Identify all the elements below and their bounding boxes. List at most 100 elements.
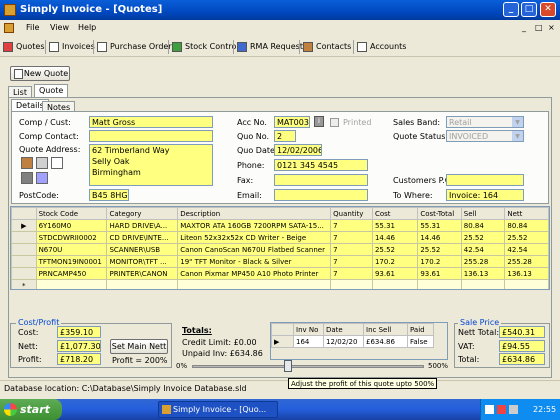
table-row[interactable]: TFTMON19IN0001 MONITOR\TFT ... 19" TFT M… [11,255,549,268]
cell-nett[interactable]: 42.54 [504,243,549,256]
cell-category[interactable]: SCANNER\USB [106,243,179,256]
cell-category[interactable]: CD DRIVE\INTE... [106,231,179,244]
col-header-quantity[interactable]: Quantity [330,207,373,220]
col-header-stock-code[interactable]: Stock Code [35,207,108,220]
cell-description[interactable]: MAXTOR ATA 160GB 7200RPM SATA-15... [177,219,332,232]
toolbar-purchase-orders[interactable]: Purchase Orders [97,40,176,54]
cell-description[interactable]: 19" TFT Monitor - Black & Silver [177,255,332,268]
postcode-field[interactable]: B45 8HG [89,189,129,201]
cell-stock-code[interactable]: PRNCAMP450 [35,267,108,280]
row-selector[interactable]: ▶ [11,219,37,232]
nett-field[interactable]: £1,077.30 [57,340,101,352]
new-cell[interactable] [460,279,506,289]
menu-file[interactable]: File [26,23,39,32]
toolbar-quotes[interactable]: Quotes [3,40,45,54]
toolbar-stock-control[interactable]: Stock Control [172,40,239,54]
nett-total-field[interactable]: £540.31 [499,326,545,338]
cell-category[interactable]: PRINTER\CANON [106,267,179,280]
cell-cost-total[interactable]: 25.52 [417,243,462,256]
comp-cust-field[interactable]: Matt Gross [89,116,213,128]
quote-status-select[interactable]: INVOICED ▼ [446,130,524,142]
contacts-lookup-icon[interactable] [21,157,33,169]
new-row-marker[interactable]: * [11,279,37,289]
row-selector[interactable] [11,255,37,268]
new-cell[interactable] [177,279,332,289]
cell-nett[interactable]: 255.28 [504,255,549,268]
cell-description[interactable]: Canon Pixmar MP450 A10 Photo Printer [177,267,332,280]
toolbar-invoices[interactable]: Invoices [49,40,95,54]
cell-sell[interactable]: 255.28 [460,255,506,268]
mdi-minimize-button[interactable]: _ [522,23,526,32]
cell-cost[interactable]: 93.61 [371,267,419,280]
new-row[interactable]: * [11,279,549,289]
to-where-field[interactable]: Invoice: 164 [446,189,524,201]
minimize-button[interactable]: _ [503,2,519,17]
cell-cost-total[interactable]: 14.46 [417,231,462,244]
menu-help[interactable]: Help [78,23,96,32]
cell-sell[interactable]: 25.52 [460,231,506,244]
col-header-date[interactable]: Date [323,323,364,336]
cell-quantity[interactable]: 7 [330,243,373,256]
cell-nett[interactable]: 25.52 [504,231,549,244]
cell-description[interactable]: Canon CanoScan N670U Flatbed Scanner [177,243,332,256]
cell-cost-total[interactable]: 93.61 [417,267,462,280]
phone-field[interactable]: 0121 345 4545 [274,159,368,171]
network-icon[interactable] [485,405,494,414]
printed-checkbox[interactable] [330,118,339,127]
table-row[interactable]: ▶ 6Y160M0 HARD DRIVE\A... MAXTOR ATA 160… [11,219,549,232]
row-selector[interactable] [11,231,37,244]
new-cell[interactable] [106,279,179,289]
quo-date-field[interactable]: 12/02/2006 [274,144,322,156]
total-field[interactable]: £634.86 [499,353,545,365]
cell-category[interactable]: HARD DRIVE\A... [106,219,179,232]
cell-cost-total[interactable]: 170.2 [417,255,462,268]
cell-stock-code[interactable]: N670U [35,243,108,256]
new-cell[interactable] [35,279,108,289]
taskbar-app-button[interactable]: Simply Invoice - [Quo... [158,401,278,418]
cell-cost[interactable]: 14.46 [371,231,419,244]
col-header-paid[interactable]: Paid [407,323,434,336]
cell-quantity[interactable]: 7 [330,219,373,232]
security-icon[interactable] [497,405,506,414]
mdi-restore-button[interactable]: □ [535,23,543,32]
toolbar-contacts[interactable]: Contacts [303,40,351,54]
document-icon[interactable] [4,23,14,33]
col-header-inc-sell[interactable]: Inc Sell [363,323,408,336]
cell-category[interactable]: MONITOR\TFT ... [106,255,179,268]
volume-icon[interactable] [509,405,518,414]
new-cell[interactable] [417,279,462,289]
email-field[interactable] [274,189,368,201]
info-icon[interactable]: i [314,116,324,127]
col-header-description[interactable]: Description [177,207,332,220]
new-cell[interactable] [371,279,419,289]
cell-stock-code[interactable]: 6Y160M0 [35,219,108,232]
maximize-button[interactable]: □ [521,2,537,17]
new-cell[interactable] [504,279,549,289]
cell-sell[interactable]: 80.84 [460,219,506,232]
new-cell[interactable] [330,279,373,289]
set-main-nett-button[interactable]: Set Main Nett [110,339,168,354]
mdi-close-button[interactable]: × [548,23,555,32]
cell-cost[interactable]: 55.31 [371,219,419,232]
new-quote-button[interactable]: New Quote [10,66,70,81]
start-button[interactable]: start [0,399,62,420]
cell-quantity[interactable]: 7 [330,267,373,280]
cell-nett[interactable]: 80.84 [504,219,549,232]
col-header-inv-no[interactable]: Inv No [293,323,324,336]
line-items-grid[interactable]: Stock Code Category Description Quantity… [10,206,550,290]
sales-band-select[interactable]: Retail ▼ [446,116,524,128]
col-header-nett[interactable]: Nett [504,207,549,220]
cell-nett[interactable]: 136.13 [504,267,549,280]
fax-field[interactable] [274,174,368,186]
profit-field[interactable]: £718.20 [57,353,101,365]
cell-inc-sell[interactable]: £634.86 [363,335,408,348]
row-selector[interactable]: ▶ [271,335,294,348]
vat-field[interactable]: £94.55 [499,340,545,352]
row-selector[interactable] [11,267,37,280]
cell-inv-no[interactable]: 164 [293,335,324,348]
related-invoices-grid[interactable]: Inv No Date Inc Sell Paid ▶ 164 12/02/20… [270,322,448,360]
acc-no-field[interactable]: MAT003 [274,116,310,128]
cell-stock-code[interactable]: STDCDWRII0002 [35,231,108,244]
row-selector[interactable] [11,243,37,256]
cell-sell[interactable]: 136.13 [460,267,506,280]
